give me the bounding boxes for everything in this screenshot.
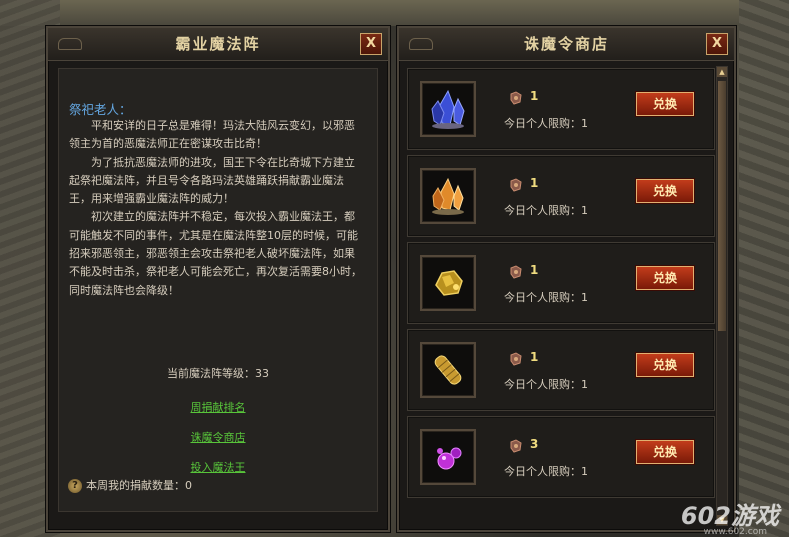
help-icon[interactable]: ? bbox=[68, 479, 82, 493]
magic-array-titlebar: 霸业魔法阵 X bbox=[48, 28, 388, 61]
shop-item: 1 今日个人限购：1 兑换 bbox=[407, 155, 715, 237]
scroll-up-arrow-icon[interactable]: ▲ bbox=[717, 67, 727, 77]
item-price: 1 bbox=[530, 263, 539, 277]
exchange-button[interactable]: 兑换 bbox=[636, 353, 694, 377]
orange-crystal-icon[interactable] bbox=[420, 168, 476, 224]
close-shop-button[interactable]: X bbox=[706, 33, 728, 55]
level-label: 当前魔法阵等级： bbox=[167, 367, 255, 380]
zhumo-token-icon bbox=[510, 265, 522, 279]
item-price: 1 bbox=[530, 350, 539, 364]
daily-limit-label: 今日个人限购： bbox=[504, 465, 581, 478]
daily-limit-label: 今日个人限购： bbox=[504, 378, 581, 391]
background-top bbox=[0, 0, 789, 26]
item-price: 1 bbox=[530, 176, 539, 190]
zhumo-token-icon bbox=[510, 439, 522, 453]
background-dragon-right bbox=[739, 0, 789, 537]
gold-ore-icon[interactable] bbox=[420, 255, 476, 311]
donation-value: 0 bbox=[185, 479, 192, 492]
magic-array-panel: 霸业魔法阵 X 祭祀老人： 平和安详的日子总是难得！玛法大陆风云变幻，以邪恶领主… bbox=[46, 26, 390, 532]
story-text: 平和安详的日子总是难得！玛法大陆风云变幻，以邪恶领主为首的恶魔法师正在密谋攻击比… bbox=[69, 117, 365, 300]
level-value: 33 bbox=[255, 367, 269, 380]
daily-limit-label: 今日个人限购： bbox=[504, 291, 581, 304]
close-magic-array-button[interactable]: X bbox=[360, 33, 382, 55]
exchange-button[interactable]: 兑换 bbox=[636, 179, 694, 203]
shop-titlebar: 诛魔令商店 X bbox=[399, 28, 734, 61]
daily-limit-value: 1 bbox=[581, 291, 588, 304]
daily-limit-value: 1 bbox=[581, 117, 588, 130]
shop-link[interactable]: 诛魔令商店 bbox=[59, 429, 377, 445]
daily-limit: 今日个人限购：1 bbox=[504, 463, 588, 479]
watermark-brand: 602游戏 bbox=[680, 502, 779, 530]
blue-crystal-icon[interactable] bbox=[420, 81, 476, 137]
shop-item: 1 今日个人限购：1 兑换 bbox=[407, 242, 715, 324]
story-paragraph: 初次建立的魔法阵并不稳定，每次投入霸业魔法王，都可能触发不同的事件，尤其是在魔法… bbox=[69, 210, 362, 297]
corner-ornament-icon bbox=[58, 38, 82, 50]
daily-limit-label: 今日个人限购： bbox=[504, 117, 581, 130]
magic-array-content: 祭祀老人： 平和安详的日子总是难得！玛法大陆风云变幻，以邪恶领主为首的恶魔法师正… bbox=[58, 68, 378, 512]
daily-limit-label: 今日个人限购： bbox=[504, 204, 581, 217]
speaker-name: 祭祀老人： bbox=[69, 102, 132, 117]
shop-panel: 诛魔令商店 X 1 今日个人限购：1 兑换 1 今日个人限购：1 兑换 1 今日… bbox=[397, 26, 736, 532]
shop-scrollbar[interactable]: ▲ ▼ bbox=[716, 66, 728, 526]
exchange-button[interactable]: 兑换 bbox=[636, 92, 694, 116]
weekly-donation: ? 本周我的捐献数量：0 bbox=[68, 477, 192, 493]
daily-limit: 今日个人限购：1 bbox=[504, 376, 588, 392]
watermark-url: www.602.com bbox=[703, 527, 767, 537]
daily-limit: 今日个人限购：1 bbox=[504, 202, 588, 218]
purple-gem-icon[interactable] bbox=[420, 429, 476, 485]
shop-item: 1 今日个人限购：1 兑换 bbox=[407, 68, 715, 150]
shop-item: 3 今日个人限购：1 兑换 bbox=[407, 416, 715, 498]
daily-limit-value: 1 bbox=[581, 204, 588, 217]
donation-label: 本周我的捐献数量： bbox=[86, 479, 185, 492]
item-price: 3 bbox=[530, 437, 539, 451]
donate-link[interactable]: 投入魔法王 bbox=[59, 459, 377, 475]
story-paragraph: 为了抵抗恶魔法师的进攻，国王下令在比奇城下方建立起祭祀魔法阵，并且号令各路玛法英… bbox=[69, 155, 355, 206]
zhumo-token-icon bbox=[510, 91, 522, 105]
scroll-thumb[interactable] bbox=[718, 81, 726, 331]
daily-limit-value: 1 bbox=[581, 378, 588, 391]
gold-scroll-icon[interactable] bbox=[420, 342, 476, 398]
zhumo-token-icon bbox=[510, 178, 522, 192]
daily-limit-value: 1 bbox=[581, 465, 588, 478]
shop-item: 1 今日个人限购：1 兑换 bbox=[407, 329, 715, 411]
story-paragraph: 平和安详的日子总是难得！玛法大陆风云变幻，以邪恶领主为首的恶魔法师正在密谋攻击比… bbox=[69, 119, 355, 151]
daily-limit: 今日个人限购：1 bbox=[504, 289, 588, 305]
daily-limit: 今日个人限购：1 bbox=[504, 115, 588, 131]
magic-array-title: 霸业魔法阵 bbox=[175, 35, 261, 53]
shop-title: 诛魔令商店 bbox=[523, 35, 609, 53]
zhumo-token-icon bbox=[510, 352, 522, 366]
corner-ornament-icon bbox=[409, 38, 433, 50]
weekly-ranking-link[interactable]: 周捐献排名 bbox=[59, 399, 377, 415]
item-price: 1 bbox=[530, 89, 539, 103]
magic-array-level: 当前魔法阵等级：33 bbox=[59, 365, 377, 381]
exchange-button[interactable]: 兑换 bbox=[636, 440, 694, 464]
exchange-button[interactable]: 兑换 bbox=[636, 266, 694, 290]
